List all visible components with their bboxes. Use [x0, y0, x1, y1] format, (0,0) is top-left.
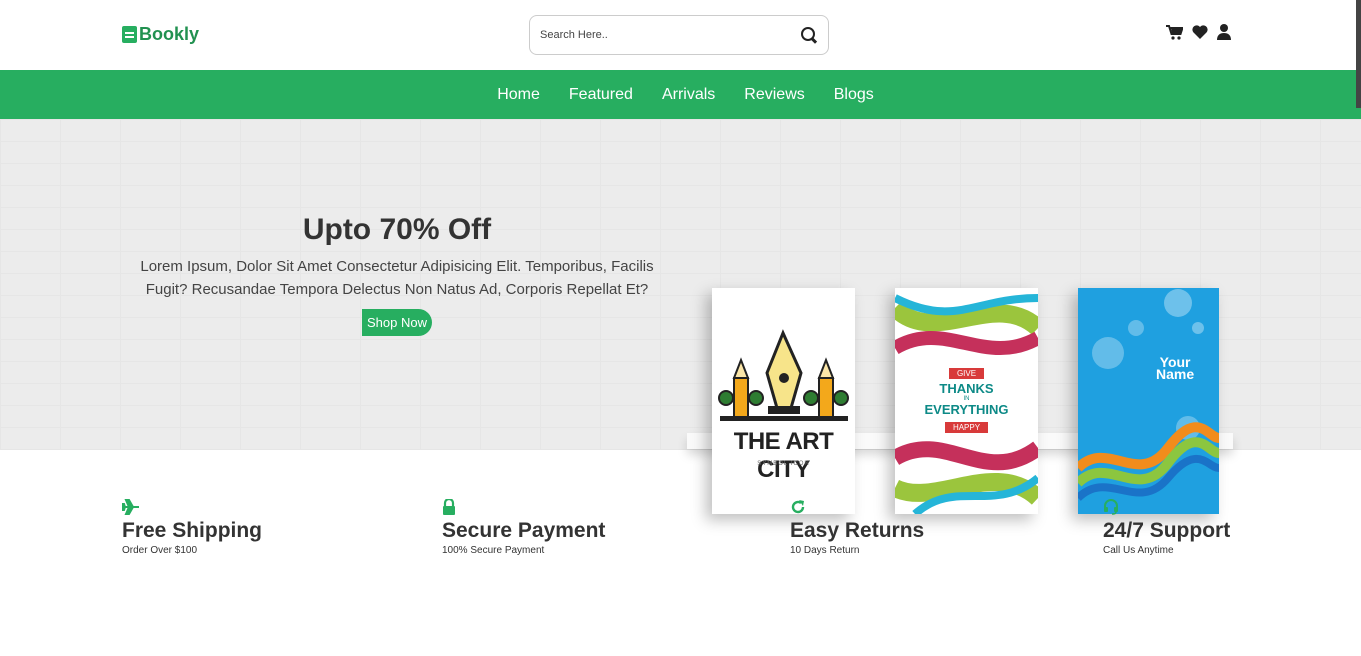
lock-icon	[442, 498, 605, 516]
brand-name: Bookly	[139, 24, 200, 44]
feature-free-shipping: Free Shipping Order Over $100	[122, 498, 262, 556]
hero-title: Upto 70% Off	[302, 213, 492, 246]
logo[interactable]: Bookly	[122, 24, 199, 45]
main-nav: Home Featured Arrivals Reviews Blogs	[0, 70, 1361, 119]
book1-title: THE ART CITY	[733, 428, 834, 483]
feature-title: Free Shipping	[122, 519, 263, 542]
give-ribbon: GIVE	[948, 368, 985, 379]
feature-title: 24/7 Support	[1103, 519, 1231, 542]
everything-word: EVERYTHING	[924, 402, 1009, 417]
feature-support: 24/7 Support Call Us Anytime	[1103, 498, 1230, 556]
feature-easy-returns: Easy Returns 10 Days Return	[790, 498, 924, 556]
nav-reviews[interactable]: Reviews	[744, 86, 804, 104]
headset-icon	[1103, 498, 1230, 516]
book-icon	[122, 26, 137, 43]
feature-subtitle: Order Over $100	[122, 545, 198, 556]
feature-title: Easy Returns	[790, 519, 925, 542]
happy-ribbon: HAPPY	[944, 422, 989, 433]
cart-icon[interactable]	[1166, 24, 1183, 40]
your-name-text: Your Name	[1156, 355, 1195, 382]
feature-subtitle: 100% Secure Payment	[442, 545, 545, 556]
feature-title: Secure Payment	[442, 519, 606, 542]
book-cover-thanks[interactable]: GIVE THANKS IN EVERYTHING HAPPY	[895, 288, 1038, 514]
header: Bookly Home Featured Arrivals Reviews Bl…	[0, 0, 1361, 119]
redo-icon	[790, 498, 924, 516]
shop-now-button[interactable]: Shop Now	[362, 309, 432, 336]
user-icon[interactable]	[1217, 24, 1231, 40]
search-input[interactable]	[540, 29, 800, 41]
book1-subtitle: SYMBOL ICON	[757, 461, 810, 467]
hero-text: Lorem Ipsum, Dolor Sit Amet Consectetur …	[140, 258, 654, 298]
book-cover-your-name[interactable]: Your Name	[1078, 288, 1219, 514]
feature-subtitle: 10 Days Return	[790, 545, 860, 556]
heart-icon[interactable]	[1192, 25, 1208, 39]
hero-content: Upto 70% Off Lorem Ipsum, Dolor Sit Amet…	[132, 213, 662, 336]
search-bar	[529, 15, 829, 55]
book-cover-art-city[interactable]: THE ART CITY SYMBOL ICON	[712, 288, 855, 514]
header-top: Bookly	[0, 0, 1361, 70]
thanks-word: THANKS	[939, 381, 994, 396]
bubble-wave-pattern	[1078, 289, 1219, 502]
name-word: Name	[1156, 366, 1195, 382]
hero-banner: Upto 70% Off Lorem Ipsum, Dolor Sit Amet…	[0, 119, 1361, 514]
thanks-message: GIVE THANKS IN EVERYTHING HAPPY	[915, 363, 1018, 435]
nav-blogs[interactable]: Blogs	[834, 86, 874, 104]
plane-icon	[122, 498, 262, 516]
pen-pencil-illustration	[718, 329, 849, 421]
nav-arrivals[interactable]: Arrivals	[662, 86, 715, 104]
nav-home[interactable]: Home	[497, 86, 540, 104]
search-icon[interactable]	[800, 26, 818, 44]
feature-subtitle: Call Us Anytime	[1103, 545, 1174, 556]
scrollbar[interactable]	[1356, 0, 1361, 108]
header-icons	[1166, 24, 1231, 40]
nav-featured[interactable]: Featured	[569, 86, 633, 104]
feature-secure-payment: Secure Payment 100% Secure Payment	[442, 498, 605, 556]
